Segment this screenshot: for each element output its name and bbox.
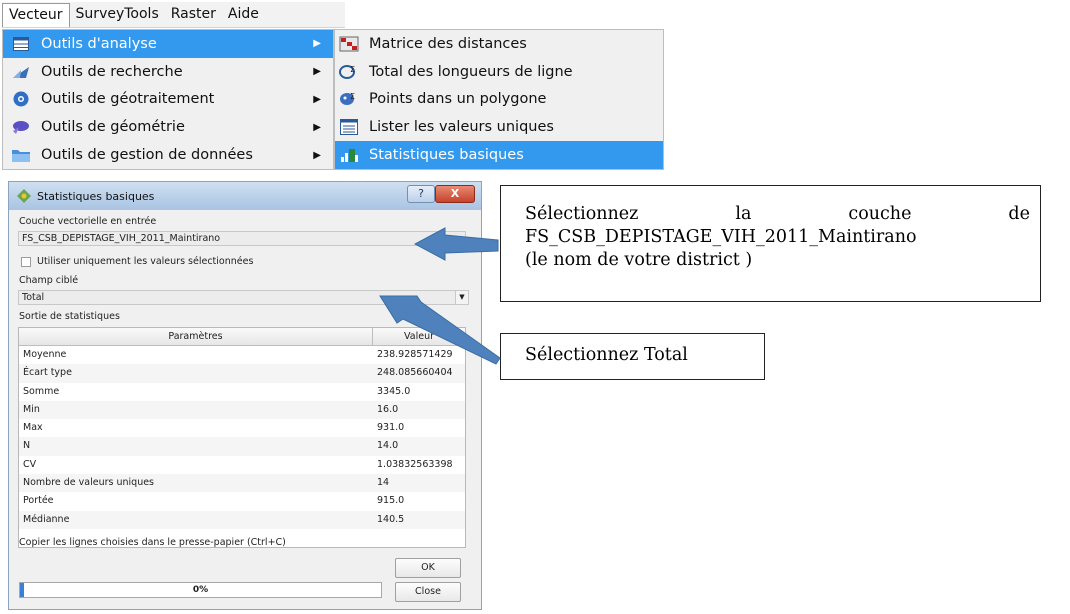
arrow-to-layer-field: [413, 227, 499, 261]
callout-arrows: [379, 227, 501, 365]
arrow-to-total-field: [379, 295, 501, 365]
